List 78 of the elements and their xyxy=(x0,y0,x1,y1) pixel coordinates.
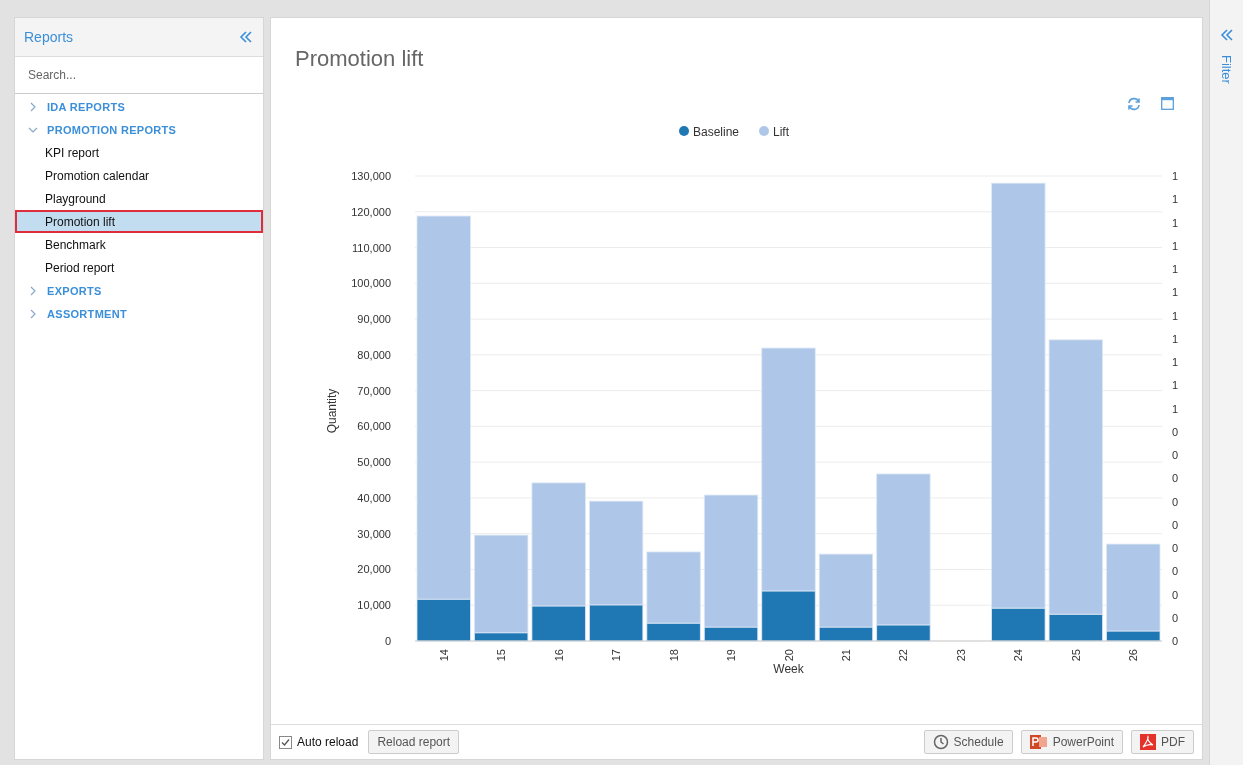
x-tick-label: 24 xyxy=(1012,649,1025,662)
powerpoint-button[interactable]: PowerPoint xyxy=(1020,730,1123,754)
legend-label: Lift xyxy=(773,124,790,139)
right-axis-label: 0 xyxy=(1172,542,1179,554)
tree-item[interactable]: Playground xyxy=(15,187,263,210)
right-axis-label: 1 xyxy=(1172,402,1179,415)
y-tick-label: 120,000 xyxy=(351,205,391,218)
x-tick-label: 14 xyxy=(437,649,450,662)
y-tick-label: 40,000 xyxy=(357,491,391,504)
right-axis-label: 1 xyxy=(1172,216,1179,229)
y-tick-label: 90,000 xyxy=(357,313,391,326)
right-axis-label: 1 xyxy=(1172,286,1179,299)
right-axis-label: 0 xyxy=(1172,472,1179,485)
right-axis-label: 1 xyxy=(1172,309,1179,322)
pdf-icon xyxy=(1140,734,1156,750)
y-tick-label: 80,000 xyxy=(357,348,391,361)
right-axis-label: 1 xyxy=(1172,239,1179,252)
legend-label: Baseline xyxy=(693,124,740,139)
right-axis-label: 0 xyxy=(1172,611,1179,624)
x-tick-label: 19 xyxy=(725,649,738,662)
x-tick-label: 23 xyxy=(954,649,967,662)
legend-item[interactable]: Baseline xyxy=(679,124,740,139)
y-tick-label: 70,000 xyxy=(357,384,391,397)
right-axis-label: 0 xyxy=(1172,565,1179,578)
right-axis-label: 0 xyxy=(1172,588,1179,601)
right-axis-label: 0 xyxy=(1172,449,1179,461)
checkbox-icon[interactable] xyxy=(279,735,292,749)
x-tick-label: 21 xyxy=(839,649,852,662)
x-tick-label: 17 xyxy=(610,649,623,662)
right-axis-label: 1 xyxy=(1172,170,1179,182)
right-axis-label: 1 xyxy=(1172,193,1179,206)
chevron-icon xyxy=(28,285,38,296)
x-axis-title: Week xyxy=(773,662,804,676)
y-tick-label: 0 xyxy=(384,635,391,647)
expand-icon[interactable] xyxy=(1219,29,1234,41)
reload-button[interactable]: Reload report xyxy=(368,730,460,754)
right-axis-label: 1 xyxy=(1172,379,1179,392)
y-tick-label: 50,000 xyxy=(357,456,391,469)
right-axis-label: 0 xyxy=(1172,425,1179,438)
x-tick-label: 18 xyxy=(667,649,680,662)
x-tick-label: 22 xyxy=(897,649,910,662)
x-tick-label: 25 xyxy=(1069,649,1082,662)
maximize-icon[interactable] xyxy=(1161,97,1174,110)
right-axis-label: 0 xyxy=(1172,495,1179,508)
chevron-icon xyxy=(28,101,38,112)
clock-icon xyxy=(932,734,949,750)
y-tick-label: 60,000 xyxy=(357,420,391,433)
y-tick-label: 130,000 xyxy=(351,170,391,182)
right-axis-label: 0 xyxy=(1172,518,1179,531)
schedule-button[interactable]: Schedule xyxy=(923,730,1013,754)
y-tick-label: 20,000 xyxy=(357,563,391,576)
x-tick-label: 26 xyxy=(1127,649,1140,662)
tree-item[interactable]: Promotion lift xyxy=(15,210,263,233)
right-axis-label: 1 xyxy=(1172,332,1179,345)
auto-reload-checkbox[interactable]: Auto reload xyxy=(279,735,359,749)
right-axis-label: 0 xyxy=(1172,635,1179,647)
right-axis-label: 1 xyxy=(1172,263,1179,275)
y-tick-label: 10,000 xyxy=(357,599,391,612)
tree-item[interactable]: KPI report xyxy=(15,141,263,164)
right-axis-label: 1 xyxy=(1172,356,1179,368)
report-title: Promotion lift xyxy=(295,46,425,72)
powerpoint-icon xyxy=(1029,734,1048,750)
tree-item[interactable]: Benchmark xyxy=(15,233,263,256)
x-tick-label: 20 xyxy=(782,649,795,662)
sidebar-title: Reports xyxy=(24,29,74,45)
x-tick-label: 16 xyxy=(552,649,565,662)
pdf-button[interactable]: PDF xyxy=(1131,730,1194,754)
y-tick-label: 30,000 xyxy=(357,527,391,540)
y-tick-label: 100,000 xyxy=(351,277,391,290)
collapse-icon[interactable] xyxy=(239,31,253,43)
tree-item[interactable]: Period report xyxy=(15,256,263,279)
y-tick-label: 110,000 xyxy=(352,241,391,254)
tree-item[interactable]: Promotion calendar xyxy=(15,164,263,187)
y-axis-title: Quantity xyxy=(325,388,339,434)
refresh-icon[interactable] xyxy=(1127,97,1141,111)
chevron-icon xyxy=(28,308,38,319)
legend-item[interactable]: Lift xyxy=(759,124,789,139)
x-tick-label: 15 xyxy=(495,649,508,662)
